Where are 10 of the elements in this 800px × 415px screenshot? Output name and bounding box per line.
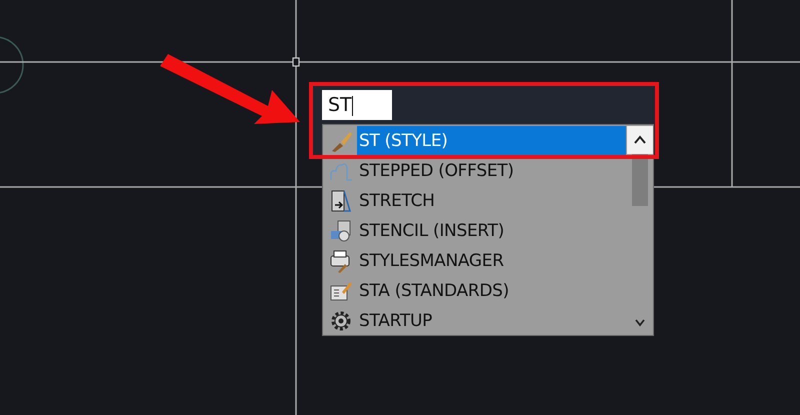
command-suggestion[interactable]: STRETCH [357, 186, 626, 216]
command-suggestion[interactable]: ST (STYLE) [357, 126, 626, 156]
scroll-up-icon[interactable] [626, 126, 652, 154]
command-suggestion[interactable]: STEPPED (OFFSET) [357, 156, 626, 186]
command-suggestion[interactable]: STA (STANDARDS) [357, 276, 626, 306]
command-suggestion[interactable]: STARTUP [357, 306, 626, 336]
command-input[interactable]: ST [322, 90, 392, 120]
scroll-thumb[interactable] [632, 154, 648, 206]
command-suggestion[interactable]: STENCIL (INSERT) [357, 216, 626, 246]
command-suggestion[interactable]: STYLESMANAGER [357, 246, 626, 276]
